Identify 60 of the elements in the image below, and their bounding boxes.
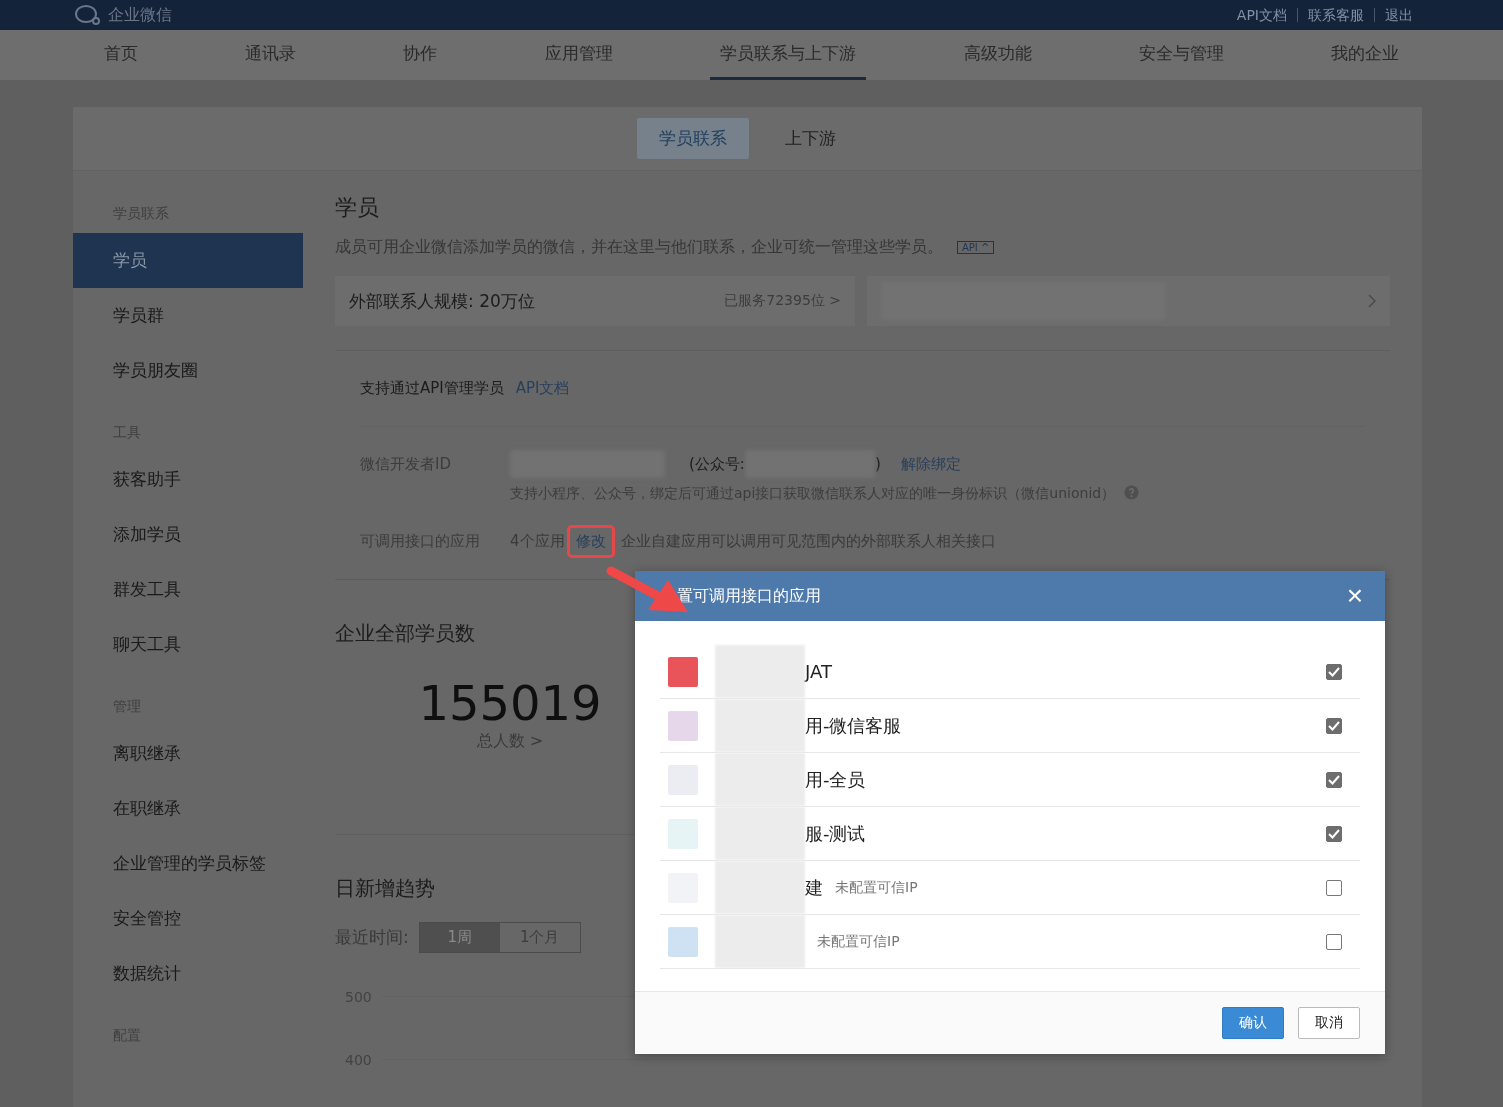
checkbox[interactable]	[1326, 771, 1342, 788]
app-note: 未配置可信IP	[835, 878, 918, 897]
checkbox[interactable]	[1326, 663, 1342, 680]
checkbox[interactable]	[1326, 879, 1342, 896]
section-title: 日新增趋势	[335, 875, 435, 902]
api-doc-link[interactable]: API文档	[515, 379, 570, 398]
nav-tab[interactable]: 通讯录	[235, 30, 307, 80]
header-link[interactable]: 联系客服	[1297, 8, 1374, 22]
range-option[interactable]: 1周	[419, 923, 500, 952]
official-account-label: (公众号:	[689, 454, 745, 474]
modify-link[interactable]: 修改	[566, 524, 615, 558]
api-badge[interactable]: API ^	[957, 241, 995, 254]
sidebar-item[interactable]: 学员	[73, 233, 303, 288]
sidebar-item[interactable]: 获客助手	[73, 452, 303, 507]
close-button[interactable]: ×	[1346, 582, 1363, 610]
dialog-title: 置可调用接口的应用	[677, 585, 821, 607]
app-icon	[668, 656, 698, 687]
sidebar-item[interactable]: 安全管控	[73, 891, 303, 946]
checkbox[interactable]	[1326, 933, 1342, 950]
sidebar-item[interactable]: 学员朋友圈	[73, 343, 303, 398]
checkbox[interactable]	[1326, 717, 1342, 734]
app-name: 用-微信客服	[805, 713, 902, 738]
unbind-link[interactable]: 解除绑定	[900, 454, 961, 474]
app-icon	[668, 818, 698, 849]
sidebar-item[interactable]: 添加学员	[73, 507, 303, 562]
cancel-button[interactable]: 取消	[1298, 1007, 1360, 1039]
header-link[interactable]: API文档	[1226, 8, 1297, 22]
confirm-button[interactable]: 确认	[1222, 1007, 1284, 1039]
sidebar-item[interactable]: 群发工具	[73, 562, 303, 617]
sub-tab[interactable]: 上下游	[763, 118, 858, 159]
bracket-text: )	[874, 455, 881, 473]
nav-tab[interactable]: 应用管理	[534, 30, 623, 80]
api-intro: 支持通过API管理学员	[360, 379, 504, 398]
nav-tab[interactable]: 安全与管理	[1128, 30, 1234, 80]
section-title: 企业全部学员数	[335, 620, 475, 647]
page-title: 学员	[335, 194, 380, 222]
scale-label: 外部联系人规模: 20万位	[349, 289, 535, 313]
nav-tab[interactable]: 我的企业	[1321, 30, 1410, 80]
app-name: 建	[805, 875, 823, 900]
checkbox[interactable]	[1326, 825, 1342, 842]
sidebar-item[interactable]: 在职继承	[73, 781, 303, 836]
sidebar-item[interactable]: 聊天工具	[73, 617, 303, 672]
app-name: 用-全员	[805, 767, 866, 792]
app-icon	[668, 710, 698, 741]
sub-tab[interactable]: 学员联系	[637, 118, 749, 159]
sidebar-item[interactable]: 企业管理的学员标签	[73, 836, 303, 891]
nav-tab[interactable]: 首页	[93, 30, 148, 80]
header-link[interactable]: 退出	[1374, 8, 1423, 22]
app-icon	[668, 926, 698, 957]
sidebar-item[interactable]: 数据统计	[73, 946, 303, 1001]
sidebar-item[interactable]: 离职继承	[73, 726, 303, 781]
sidebar-item[interactable]: 学员群	[73, 288, 303, 343]
app-note: 未配置可信IP	[817, 932, 900, 951]
total-count: 155019	[417, 675, 603, 731]
app-name: JAT	[805, 661, 832, 682]
nav-tab[interactable]: 高级功能	[953, 30, 1042, 80]
nav-tab[interactable]: 协作	[393, 30, 448, 80]
nav-tab[interactable]: 学员联系与上下游	[710, 30, 867, 80]
app-name: 服-测试	[805, 821, 866, 846]
logo-text: 企业微信	[108, 4, 172, 26]
